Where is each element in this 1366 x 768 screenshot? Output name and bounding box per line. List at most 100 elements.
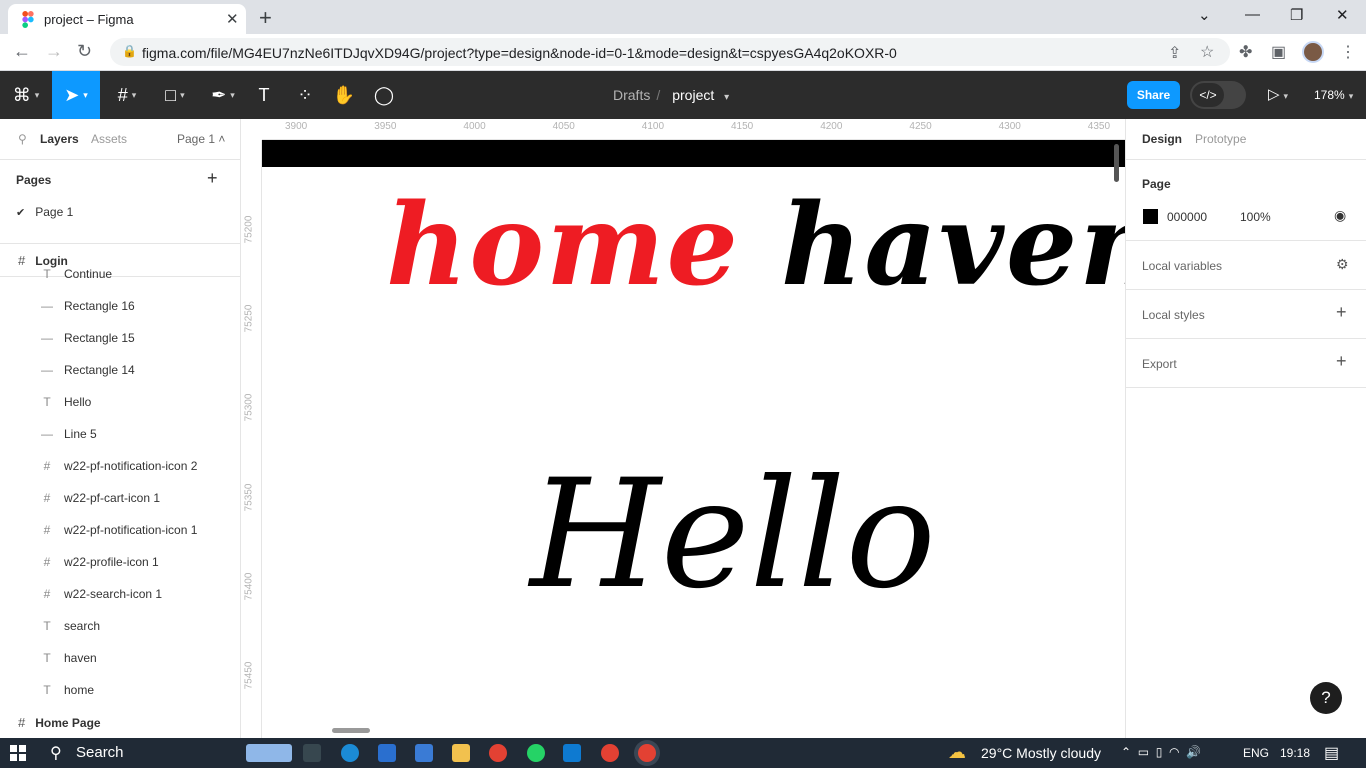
system-tray-icons[interactable]: ⌃ ▭ ▯ ◠ 🔊: [1121, 745, 1201, 759]
bookmark-star-icon[interactable]: ☆: [1200, 42, 1214, 62]
page-opacity[interactable]: 100%: [1240, 210, 1271, 224]
text-tool-button[interactable]: T: [250, 71, 278, 119]
url-text[interactable]: figma.com/file/MG4EU7nzNe6ITDJqvXD94G/pr…: [142, 45, 897, 61]
layer-row[interactable]: # w22-profile-icon 1: [40, 555, 159, 569]
pen-tool-button[interactable]: ✒ ▾: [202, 71, 244, 119]
close-window-button[interactable]: ✕: [1336, 6, 1349, 24]
reload-icon[interactable]: ↻: [77, 41, 92, 62]
clock[interactable]: 19:18: [1280, 746, 1310, 760]
page-color-swatch[interactable]: [1143, 209, 1158, 224]
main-menu-button[interactable]: ⌘ ▾: [6, 71, 46, 119]
dev-mode-toggle[interactable]: </>: [1190, 81, 1246, 109]
restore-button[interactable]: ❐: [1290, 6, 1303, 24]
page-color-hex[interactable]: 000000: [1167, 210, 1207, 224]
layer-row[interactable]: # w22-pf-cart-icon 1: [40, 491, 160, 505]
layer-row[interactable]: # w22-pf-notification-icon 2: [40, 459, 198, 473]
add-page-button[interactable]: +: [207, 168, 218, 189]
chrome-menu-icon[interactable]: ⋮: [1340, 42, 1356, 62]
help-button[interactable]: ?: [1310, 682, 1342, 714]
breadcrumb-drafts[interactable]: Drafts: [613, 87, 650, 103]
new-tab-button[interactable]: +: [259, 5, 272, 31]
store-icon[interactable]: [378, 744, 396, 762]
brand-logo-text[interactable]: home haven: [386, 180, 1163, 311]
notification-icon[interactable]: ▤: [1324, 743, 1339, 763]
add-export-icon[interactable]: +: [1336, 351, 1347, 372]
hand-tool-button[interactable]: ✋: [330, 71, 358, 119]
vertical-scrollbar[interactable]: [1114, 144, 1119, 182]
vscode-icon[interactable]: [563, 744, 581, 762]
extensions-icon[interactable]: ✤: [1239, 42, 1252, 62]
tab-search-icon[interactable]: ⌄: [1198, 6, 1211, 24]
page-item[interactable]: ✔ Page 1: [16, 205, 73, 219]
layer-row[interactable]: Thome: [40, 683, 94, 697]
breadcrumb-project[interactable]: project: [672, 87, 714, 103]
tab-layers[interactable]: Layers: [40, 132, 79, 146]
move-tool-button[interactable]: ➤ ▾: [52, 71, 100, 119]
brand-haven-text[interactable]: haven: [781, 180, 1163, 311]
share-page-icon[interactable]: ⇪: [1168, 43, 1181, 63]
language-indicator[interactable]: ENG: [1243, 746, 1269, 760]
present-button[interactable]: ▷ ▾: [1268, 85, 1288, 103]
chrome-profile-icon[interactable]: [601, 744, 619, 762]
file-explorer-icon[interactable]: [452, 744, 470, 762]
windows-start-icon[interactable]: [10, 745, 26, 761]
add-style-icon[interactable]: +: [1336, 302, 1347, 323]
minimize-button[interactable]: —: [1245, 6, 1260, 23]
edge-icon[interactable]: [341, 744, 359, 762]
layer-row[interactable]: T Continue: [40, 267, 112, 281]
canvas-header-bar[interactable]: [262, 140, 1125, 167]
local-variables-label[interactable]: Local variables: [1142, 259, 1222, 273]
export-label[interactable]: Export: [1142, 357, 1177, 371]
frame-icon: #: [43, 587, 51, 601]
mail-icon[interactable]: [415, 744, 433, 762]
variables-settings-icon[interactable]: ⚙: [1336, 256, 1349, 273]
layer-row[interactable]: Tsearch: [40, 619, 100, 633]
layer-frame-login[interactable]: # Login: [18, 253, 68, 268]
eye-icon[interactable]: ◉: [1334, 207, 1346, 224]
comment-tool-button[interactable]: ◯: [370, 71, 398, 119]
layer-frame-home-page[interactable]: # Home Page: [18, 715, 101, 730]
layer-row[interactable]: — Rectangle 15: [40, 331, 135, 345]
layer-row[interactable]: — Rectangle 14: [40, 363, 135, 377]
share-button[interactable]: Share: [1127, 81, 1180, 109]
layer-row[interactable]: # w22-search-icon 1: [40, 587, 162, 601]
browser-tab[interactable]: project – Figma ✕: [8, 4, 246, 34]
taskbar-search[interactable]: Search: [76, 744, 124, 761]
lock-icon[interactable]: 🔒: [122, 44, 137, 58]
close-tab-icon[interactable]: ✕: [226, 10, 239, 28]
hello-text[interactable]: Hello: [530, 448, 936, 622]
ruler-tick-x: 4150: [731, 121, 754, 132]
forward-icon[interactable]: →: [45, 41, 63, 62]
tab-assets[interactable]: Assets: [91, 132, 127, 146]
weather-text[interactable]: 29°C Mostly cloudy: [981, 745, 1101, 761]
layer-row[interactable]: # w22-pf-notification-icon 1: [40, 523, 198, 537]
resources-tool-button[interactable]: ⁘: [290, 71, 320, 119]
brand-home-text[interactable]: home: [386, 180, 740, 311]
chevron-down-icon[interactable]: ▾: [724, 92, 729, 103]
chrome-icon[interactable]: [489, 744, 507, 762]
whatsapp-icon[interactable]: [527, 744, 545, 762]
page-selector[interactable]: Page 1 ˄: [177, 132, 225, 146]
task-view-icon[interactable]: [303, 744, 321, 762]
layer-row[interactable]: Thaven: [40, 651, 96, 665]
horizontal-scrollbar[interactable]: [332, 728, 370, 733]
weather-icon[interactable]: ☁: [948, 742, 966, 763]
zoom-dropdown[interactable]: 178% ▾: [1314, 88, 1353, 102]
layer-row[interactable]: — Rectangle 16: [40, 299, 135, 313]
local-styles-label[interactable]: Local styles: [1142, 308, 1205, 322]
layer-row[interactable]: — Line 5: [40, 427, 97, 441]
tab-design[interactable]: Design: [1142, 132, 1182, 146]
layer-row[interactable]: T Hello: [40, 395, 91, 409]
search-highlight-icon[interactable]: [246, 744, 292, 762]
profile-avatar[interactable]: [1302, 41, 1324, 63]
tab-prototype[interactable]: Prototype: [1195, 132, 1246, 146]
side-panel-icon[interactable]: ▣: [1271, 42, 1286, 62]
layer-label: w22-search-icon 1: [64, 587, 163, 601]
search-icon[interactable]: ⚲: [50, 743, 62, 763]
chrome-active-icon[interactable]: [638, 744, 656, 762]
omnibox[interactable]: 🔒 figma.com/file/MG4EU7nzNe6ITDJqvXD94G/…: [110, 38, 1230, 66]
frame-tool-button[interactable]: # ▾: [106, 71, 148, 119]
shape-tool-button[interactable]: □ ▾: [154, 71, 196, 119]
search-icon[interactable]: ⚲: [18, 132, 27, 146]
back-icon[interactable]: ←: [13, 41, 31, 62]
